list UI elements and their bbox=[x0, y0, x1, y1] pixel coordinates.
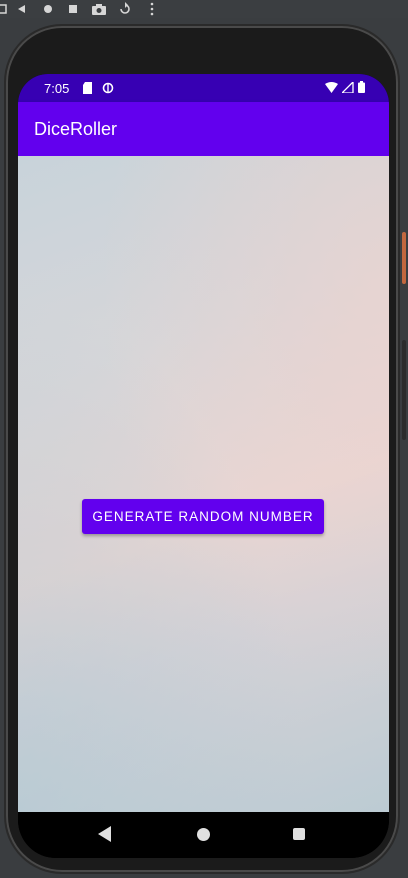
status-time: 7:05 bbox=[44, 81, 70, 96]
nav-home-icon[interactable] bbox=[197, 828, 210, 841]
rotate-icon[interactable] bbox=[117, 1, 133, 17]
nav-recents-icon[interactable] bbox=[293, 828, 305, 840]
generate-random-number-button[interactable]: GENERATE RANDOM NUMBER bbox=[82, 499, 324, 534]
emulator-toolbar bbox=[0, 0, 408, 18]
volume-buttons[interactable] bbox=[402, 340, 406, 440]
camera-icon[interactable] bbox=[91, 1, 107, 17]
device-frame-icon[interactable] bbox=[0, 1, 10, 17]
nav-back-icon[interactable] bbox=[98, 826, 111, 842]
more-icon[interactable] bbox=[144, 1, 160, 17]
device-screen: 7:05 DiceRoller GENERATE RANDOM NUMBER bbox=[18, 74, 389, 858]
sd-card-icon bbox=[82, 81, 94, 95]
navigation-bar bbox=[18, 812, 389, 858]
signal-icon bbox=[340, 80, 354, 96]
stop-icon[interactable] bbox=[65, 1, 81, 17]
home-icon[interactable] bbox=[40, 1, 56, 17]
app-bar: DiceRoller bbox=[18, 102, 389, 156]
main-content: GENERATE RANDOM NUMBER bbox=[18, 156, 389, 812]
wifi-icon bbox=[325, 81, 338, 96]
power-button[interactable] bbox=[402, 232, 406, 284]
app-title: DiceRoller bbox=[34, 119, 118, 139]
status-bar: 7:05 bbox=[18, 74, 389, 102]
data-saver-icon bbox=[102, 81, 114, 95]
system-status-icons bbox=[325, 80, 365, 96]
background-gradient bbox=[18, 156, 389, 812]
battery-icon bbox=[358, 81, 365, 96]
back-icon[interactable] bbox=[14, 1, 30, 17]
